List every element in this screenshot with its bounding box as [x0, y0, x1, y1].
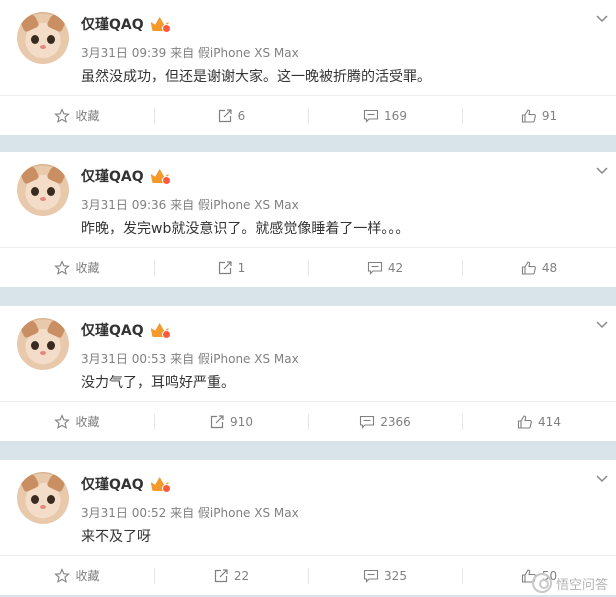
repost-count: 22 — [233, 568, 250, 583]
favorite-button[interactable]: 收藏 — [0, 402, 154, 441]
comment-button[interactable]: 42 — [308, 248, 462, 287]
post-text: 没力气了，耳鸣好严重。 — [81, 375, 235, 391]
post-text: 虽然没成功，但还是谢谢大家。这一晚被折腾的活受罪。 — [81, 69, 431, 85]
like-icon — [521, 260, 537, 276]
username-row: 仅瑾QAQ — [81, 474, 171, 494]
star-icon — [54, 259, 71, 276]
username[interactable]: 仅瑾QAQ — [81, 320, 144, 340]
favorite-label: 收藏 — [75, 415, 100, 429]
repost-icon — [217, 108, 233, 124]
post-body: 仅瑾QAQ 3月31日 00:52 来自 假iPhone XS Max 来不及了… — [0, 460, 616, 555]
username[interactable]: 仅瑾QAQ — [81, 474, 144, 494]
post-body: 仅瑾QAQ 3月31日 09:36 来自 假iPhone XS Max 昨晚，发… — [0, 152, 616, 247]
like-icon — [521, 108, 537, 124]
username-row: 仅瑾QAQ — [81, 166, 171, 186]
chevron-down-icon[interactable] — [596, 164, 608, 176]
favorite-button[interactable]: 收藏 — [0, 248, 154, 287]
wukong-logo-icon — [531, 573, 552, 593]
star-icon — [54, 413, 71, 430]
post-meta: 3月31日 09:39 来自 假iPhone XS Max — [81, 46, 299, 60]
vip-badge-icon[interactable] — [150, 477, 171, 493]
comment-icon — [359, 414, 375, 430]
post-text: 来不及了呀 — [81, 529, 151, 545]
comment-button[interactable]: 2366 — [308, 402, 462, 441]
like-count: 414 — [538, 414, 561, 429]
post-text: 昨晚，发完wb就没意识了。就感觉像睡着了一样。。。 — [81, 221, 410, 237]
repost-icon — [217, 260, 233, 276]
post-card: 仅瑾QAQ 3月31日 00:52 来自 假iPhone XS Max 来不及了… — [0, 460, 616, 595]
avatar[interactable] — [17, 164, 69, 216]
repost-button[interactable]: 22 — [154, 556, 308, 595]
vip-badge-icon[interactable] — [150, 169, 171, 185]
chevron-down-icon[interactable] — [596, 318, 608, 330]
action-bar: 收藏 22 325 50 — [0, 555, 616, 595]
repost-count: 6 — [237, 108, 246, 123]
star-icon — [54, 567, 71, 584]
action-bar: 收藏 6 169 91 — [0, 95, 616, 135]
comment-count: 2366 — [380, 414, 411, 429]
repost-icon — [213, 568, 229, 584]
repost-button[interactable]: 6 — [154, 96, 308, 135]
comment-icon — [363, 108, 379, 124]
favorite-button[interactable]: 收藏 — [0, 96, 154, 135]
like-icon — [517, 414, 533, 430]
comment-icon — [363, 568, 379, 584]
like-count: 91 — [541, 108, 558, 123]
star-icon — [54, 107, 71, 124]
chevron-down-icon[interactable] — [596, 12, 608, 24]
username-row: 仅瑾QAQ — [81, 320, 171, 340]
post-card: 仅瑾QAQ 3月31日 09:36 来自 假iPhone XS Max 昨晚，发… — [0, 152, 616, 287]
repost-icon — [209, 414, 225, 430]
comment-count: 42 — [387, 260, 404, 275]
post-body: 仅瑾QAQ 3月31日 00:53 来自 假iPhone XS Max 没力气了… — [0, 306, 616, 401]
vip-badge-icon[interactable] — [150, 323, 171, 339]
favorite-button[interactable]: 收藏 — [0, 556, 154, 595]
username[interactable]: 仅瑾QAQ — [81, 14, 144, 34]
username[interactable]: 仅瑾QAQ — [81, 166, 144, 186]
favorite-label: 收藏 — [75, 569, 100, 583]
repost-count: 1 — [237, 260, 246, 275]
post-card: 仅瑾QAQ 3月31日 00:53 来自 假iPhone XS Max 没力气了… — [0, 306, 616, 441]
post-card: 仅瑾QAQ 3月31日 09:39 来自 假iPhone XS Max 虽然没成… — [0, 0, 616, 135]
avatar[interactable] — [17, 472, 69, 524]
vip-badge-icon[interactable] — [150, 17, 171, 33]
comment-icon — [367, 260, 383, 276]
comment-button[interactable]: 169 — [308, 96, 462, 135]
like-button[interactable]: 48 — [462, 248, 616, 287]
avatar[interactable] — [17, 12, 69, 64]
repost-count: 910 — [230, 414, 253, 429]
action-bar: 收藏 1 42 48 — [0, 247, 616, 287]
avatar[interactable] — [17, 318, 69, 370]
repost-button[interactable]: 910 — [154, 402, 308, 441]
post-body: 仅瑾QAQ 3月31日 09:39 来自 假iPhone XS Max 虽然没成… — [0, 0, 616, 95]
watermark-text: 悟空问答 — [555, 577, 608, 593]
username-row: 仅瑾QAQ — [81, 14, 171, 34]
comment-button[interactable]: 325 — [308, 556, 462, 595]
watermark: 悟空问答 — [531, 573, 608, 593]
chevron-down-icon[interactable] — [596, 472, 608, 484]
like-button[interactable]: 414 — [462, 402, 616, 441]
post-meta: 3月31日 00:53 来自 假iPhone XS Max — [81, 352, 299, 366]
favorite-label: 收藏 — [75, 261, 100, 275]
repost-button[interactable]: 1 — [154, 248, 308, 287]
comment-count: 325 — [384, 568, 407, 583]
like-count: 48 — [541, 260, 558, 275]
comment-count: 169 — [384, 108, 407, 123]
post-meta: 3月31日 09:36 来自 假iPhone XS Max — [81, 198, 299, 212]
favorite-label: 收藏 — [75, 109, 100, 123]
post-meta: 3月31日 00:52 来自 假iPhone XS Max — [81, 506, 299, 520]
action-bar: 收藏 910 2366 414 — [0, 401, 616, 441]
like-button[interactable]: 91 — [462, 96, 616, 135]
